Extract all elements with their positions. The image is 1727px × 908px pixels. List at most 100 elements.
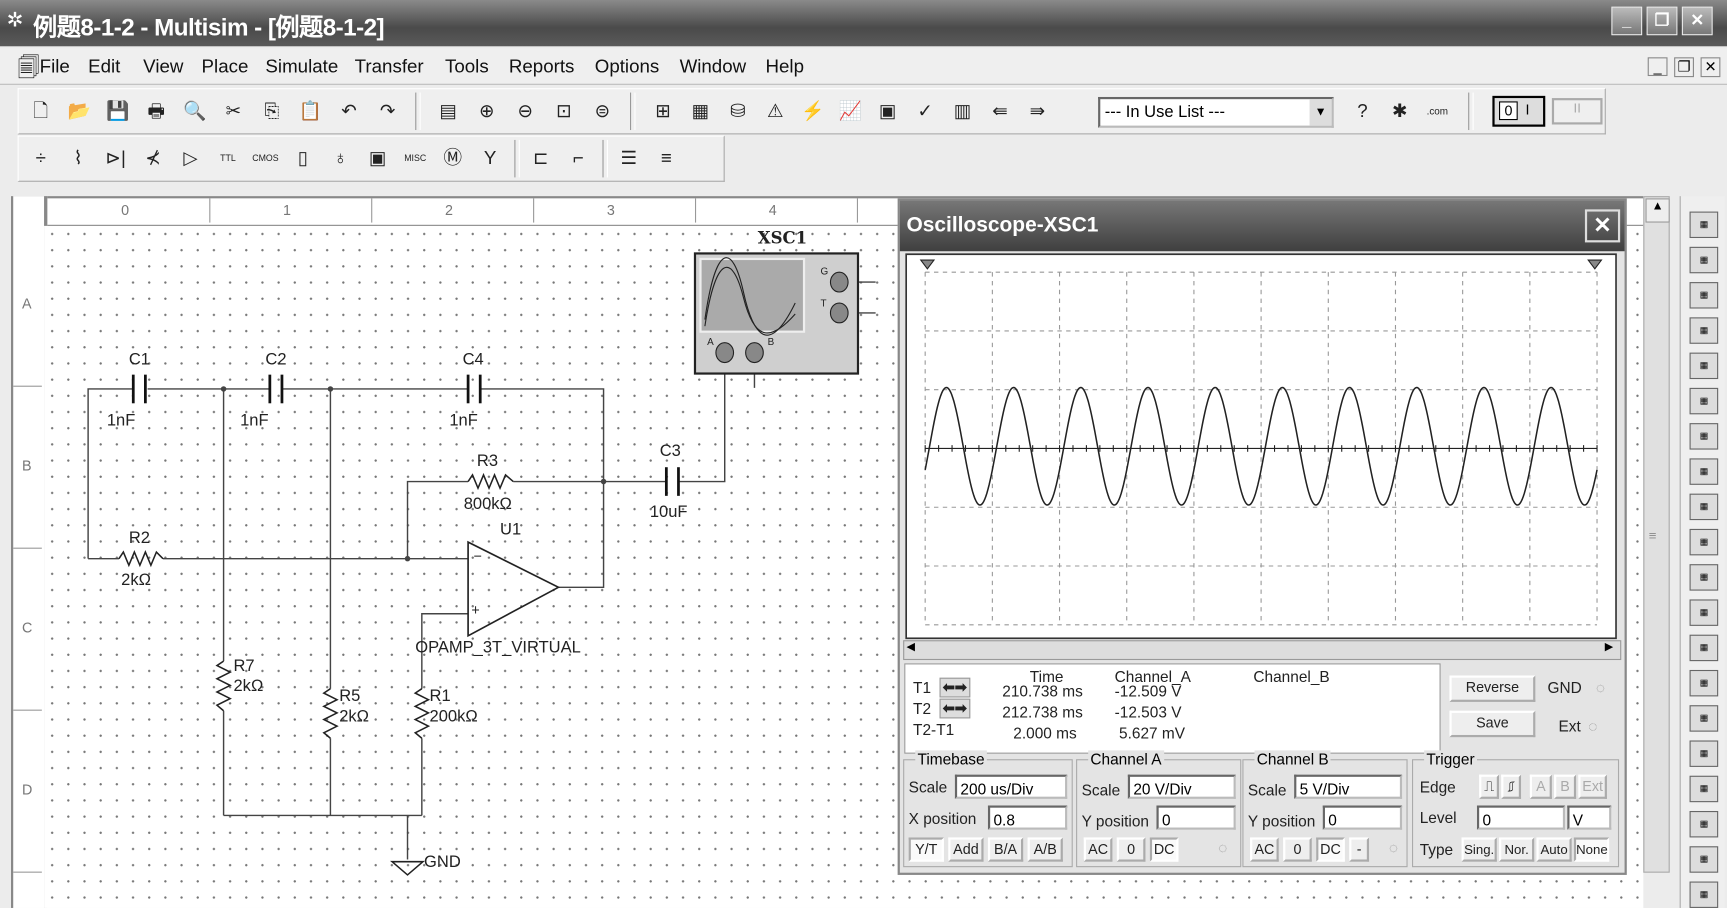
trigger-source-a-button[interactable]: A xyxy=(1529,774,1552,799)
trigger-type-sing-button[interactable]: Sing. xyxy=(1461,837,1497,862)
cursor-t1-arrows[interactable]: ⬅➡ xyxy=(939,677,971,698)
y-position-label: Y position xyxy=(1081,812,1150,830)
oscilloscope-screen xyxy=(905,253,1617,640)
labview-icon[interactable]: ▦ xyxy=(1689,881,1719,908)
y-position-label: Y position xyxy=(1247,812,1316,830)
channel-a-title: Channel A xyxy=(1088,750,1164,769)
instruments-toolbar: ▦ ▦ ▦ ▦ ▦ ▦ ▦ ▦ ▦ ▦ ▦ ▦ ▦ ▦ ▦ ▦ ▦ ▦ ▦ ▦ xyxy=(1679,196,1725,908)
logic-converter-icon[interactable]: ▦ xyxy=(1689,528,1719,556)
multimeter-icon[interactable]: ▦ xyxy=(1689,211,1719,239)
channel-radio[interactable]: ◌ xyxy=(1218,839,1227,857)
channel-b-coupling-ac-button[interactable]: AC xyxy=(1250,837,1279,862)
iv-analyzer-icon[interactable]: ▦ xyxy=(1689,564,1719,591)
r2-label: R2 xyxy=(128,528,150,548)
scroll-up-icon[interactable]: ▲ xyxy=(1645,198,1670,223)
channel-a-coupling-ac-button[interactable]: AC xyxy=(1083,837,1113,862)
close-icon[interactable]: ✕ xyxy=(1584,209,1621,243)
timebase-group-title: Timebase xyxy=(915,750,987,769)
gnd-terminal-label: GND xyxy=(1547,678,1582,697)
save-button[interactable]: Save xyxy=(1449,710,1536,738)
oscilloscope-icon[interactable]: ▦ xyxy=(1689,317,1719,344)
scroll-right-icon[interactable]: ▶ xyxy=(1605,641,1613,653)
trigger-source-ext-button[interactable]: Ext xyxy=(1578,774,1607,799)
cursor-t2-arrows[interactable]: ⬅➡ xyxy=(939,698,971,719)
logic-analyzer-icon[interactable]: ▦ xyxy=(1689,493,1719,521)
tektronix-oscilloscope-icon[interactable]: ▦ xyxy=(1689,810,1719,838)
header-channel-b: Channel_B xyxy=(1253,667,1330,686)
opamp-plus: + xyxy=(471,601,480,619)
mode-b-a-button[interactable]: B/A xyxy=(987,837,1024,862)
c3-label: C3 xyxy=(659,441,681,461)
function-generator-icon[interactable]: ▦ xyxy=(1689,246,1719,274)
vertical-scrollbar[interactable]: ▲ ≡ xyxy=(1643,196,1670,873)
channel-b-coupling-dc-button[interactable]: DC xyxy=(1316,837,1345,862)
c3-value: 10uF xyxy=(649,502,688,522)
channel-a-coupling-dc-button[interactable]: DC xyxy=(1149,837,1179,862)
channel-b-y-position-input[interactable]: 0 xyxy=(1322,805,1403,830)
bode-plotter-icon[interactable]: ▦ xyxy=(1689,387,1719,415)
pin-g-label: G xyxy=(820,265,829,277)
channel-b-coupling-minus-button[interactable]: - xyxy=(1349,837,1370,862)
pin-t-label: T xyxy=(820,297,827,309)
mode-a-b-button[interactable]: A/B xyxy=(1027,837,1063,862)
reverse-button[interactable]: Reverse xyxy=(1449,675,1536,702)
rising-edge-button[interactable]: ⎍ xyxy=(1479,774,1500,799)
gnd-terminal-radio[interactable]: ◌ xyxy=(1596,679,1605,697)
timebase-scale-input[interactable]: 200 us/Div xyxy=(954,774,1068,799)
trigger-type-auto-button[interactable]: Auto xyxy=(1536,837,1572,862)
trigger-type-nor-button[interactable]: Nor. xyxy=(1499,837,1535,862)
resistor-r5 xyxy=(322,688,339,739)
r1-label: R1 xyxy=(429,686,451,706)
wattmeter-icon[interactable]: ▦ xyxy=(1689,282,1719,309)
cursor-readout: Time Channel_A Channel_B 210.738 ms -12.509 … xyxy=(904,663,1441,754)
cursor-row-label: T2 xyxy=(913,699,932,718)
word-generator-icon[interactable]: ▦ xyxy=(1689,458,1719,485)
screen-horizontal-scrollbar[interactable]: ◀ ▶ xyxy=(903,640,1622,661)
distortion-analyzer-icon[interactable]: ▦ xyxy=(1689,599,1719,626)
agilent-oscilloscope-icon[interactable]: ▦ xyxy=(1689,775,1719,803)
agilent-function-generator-icon[interactable]: ▦ xyxy=(1689,705,1719,732)
ext-terminal-radio[interactable]: ◌ xyxy=(1588,717,1597,735)
channel-b: Channel B Scale 5 V/Div Y position 0 AC 0 DC - ◌ xyxy=(1242,750,1408,868)
r1-value: 200kΩ xyxy=(429,707,478,727)
4ch-oscilloscope-icon[interactable]: ▦ xyxy=(1689,352,1719,380)
falling-edge-button[interactable]: ⎎ xyxy=(1501,774,1522,799)
x-position-input[interactable]: 0.8 xyxy=(987,805,1068,830)
r7-label: R7 xyxy=(233,656,255,676)
channel-a-y-position-input[interactable]: 0 xyxy=(1156,805,1236,830)
scroll-thumb-grip[interactable]: ≡ xyxy=(1649,528,1657,543)
trigger-level-input[interactable]: 0 xyxy=(1476,805,1566,830)
scroll-left-icon[interactable]: ◀ xyxy=(906,641,914,653)
c4-value: 1nF xyxy=(449,411,478,430)
r5-value: 2kΩ xyxy=(339,707,370,727)
channel-a-coupling-zero-button[interactable]: 0 xyxy=(1116,837,1146,862)
type-label: Type xyxy=(1419,840,1454,859)
trigger-level-unit[interactable]: V xyxy=(1567,805,1612,830)
trigger-type-none-button[interactable]: None xyxy=(1573,837,1610,862)
channel-b-title: Channel B xyxy=(1254,750,1331,769)
scale-label: Scale xyxy=(1247,781,1287,799)
oscilloscope-title-bar: Oscilloscope-XSC1 ✕ xyxy=(899,200,1625,252)
spectrum-analyzer-icon[interactable]: ▦ xyxy=(1689,634,1719,662)
oscilloscope-title: Oscilloscope-XSC1 xyxy=(906,213,1099,237)
opamp-minus: − xyxy=(473,547,482,565)
trigger-source-b-button[interactable]: B xyxy=(1554,774,1577,799)
channel-b-coupling-zero-button[interactable]: 0 xyxy=(1283,837,1312,862)
network-analyzer-icon[interactable]: ▦ xyxy=(1689,669,1719,697)
time-value: 212.738 ms xyxy=(1002,703,1083,721)
u1-model: OPAMP_3T_VIRTUAL xyxy=(415,638,581,657)
measurement-probe-icon[interactable]: ▦ xyxy=(1689,846,1719,873)
time-value: 2.000 ms xyxy=(1013,723,1077,742)
r3-value: 800kΩ xyxy=(463,494,512,514)
c1-label: C1 xyxy=(128,350,150,370)
c2-value: 1nF xyxy=(240,411,269,430)
mode-add-button[interactable]: Add xyxy=(948,837,984,862)
mode-y-t-button[interactable]: Y/T xyxy=(908,837,944,862)
agilent-multimeter-icon[interactable]: ▦ xyxy=(1689,740,1719,767)
channel-b-scale-input[interactable]: 5 V/Div xyxy=(1294,774,1403,799)
channel-radio[interactable]: ◌ xyxy=(1389,839,1398,857)
frequency-counter-icon[interactable]: ▦ xyxy=(1689,423,1719,450)
channel-a-value: 5.627 mV xyxy=(1119,723,1186,742)
channel-a-scale-input[interactable]: 20 V/Div xyxy=(1127,774,1236,799)
scale-label: Scale xyxy=(908,777,948,796)
